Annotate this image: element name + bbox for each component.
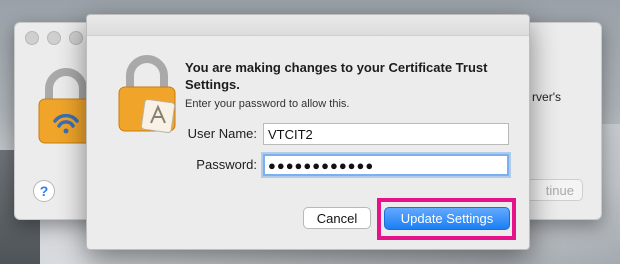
help-button[interactable]: ? — [33, 180, 55, 202]
close-icon[interactable] — [25, 31, 39, 45]
padlock-certificate-icon — [118, 55, 176, 133]
user-name-label: User Name: — [187, 126, 257, 141]
update-settings-button[interactable]: Update Settings — [384, 207, 510, 230]
password-label: Password: — [196, 157, 257, 172]
password-field[interactable] — [263, 154, 509, 176]
dialog-subtitle: Enter your password to allow this. — [185, 98, 350, 110]
authentication-dialog: You are making changes to your Certifica… — [86, 14, 530, 250]
dialog-title: You are making changes to your Certifica… — [185, 60, 488, 92]
zoom-icon[interactable] — [69, 31, 83, 45]
window-controls — [25, 31, 83, 45]
dialog-title-bar — [87, 15, 529, 36]
background-partial-text: rver's — [532, 90, 561, 104]
cancel-button[interactable]: Cancel — [303, 207, 371, 229]
user-name-field[interactable] — [263, 123, 509, 145]
minimize-icon[interactable] — [47, 31, 61, 45]
